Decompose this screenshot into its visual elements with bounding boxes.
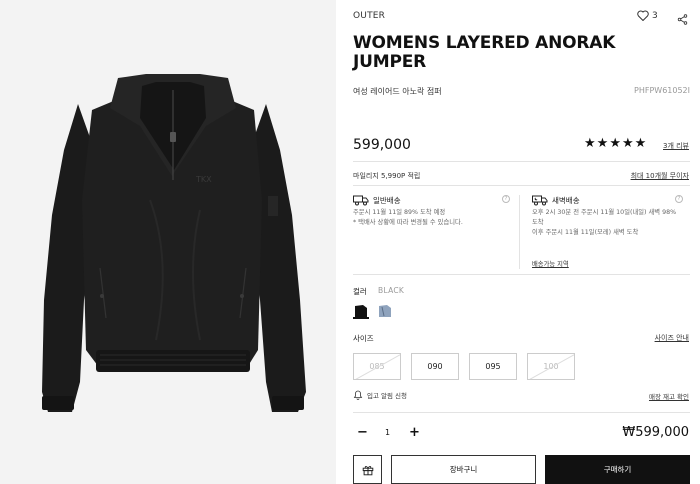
quantity-value[interactable]: 1 [385,428,390,437]
color-swatch-denim[interactable] [377,303,393,319]
truck-icon [353,195,369,206]
dawn-shipping-eta-cont: 도착 [532,219,544,226]
restock-alert-label: 입고 알림 신청 [367,392,408,400]
star-icon: ★ [584,136,596,151]
size-label: 사이즈 [353,334,374,343]
rating-stars: ★ ★ ★ ★ ★ [584,137,646,151]
mileage-text: 마일리지 5,990P 적립 [353,172,421,180]
size-option-090[interactable]: 090 [411,353,459,380]
star-icon: ★ [596,136,609,151]
share-icon [677,14,688,25]
divider [353,412,690,413]
buy-now-button[interactable]: 구매하기 [545,455,690,484]
product-image-panel: TKX [0,0,336,484]
like-count: 3 [652,10,658,21]
quantity-decrease-button[interactable]: − [357,426,368,439]
gift-icon [362,465,373,475]
standard-shipping-eta: 주문시 11월 11일 89% 도착 예정 [353,209,446,216]
total-price: ₩599,000 [622,425,689,440]
installment-link[interactable]: 최대 10개월 무이자 [631,171,689,181]
gift-button[interactable] [353,455,382,484]
add-to-cart-button[interactable]: 장바구니 [391,455,536,484]
divider-vertical [519,195,520,269]
size-option-100[interactable]: 100 [527,353,575,380]
bell-icon [353,390,363,400]
star-icon: ★ [634,136,647,151]
category-label: OUTER [353,11,386,21]
restock-alert-button[interactable]: 입고 알림 신청 [353,390,407,400]
svg-text:TKX: TKX [195,175,212,184]
product-title: WOMENS LAYERED ANORAK JUMPER [353,33,616,72]
dawn-shipping: 새벽배송 오후 2시 30분 전 주문시 11월 10일(내일) 새벽 98% … [532,194,690,238]
dawn-shipping-title: 새벽배송 [552,195,580,205]
standard-shipping-note: * 택배사 상황에 따라 변경될 수 있습니다. [353,219,463,226]
product-korean-name: 여성 레이어드 아노락 점퍼 [353,87,442,96]
product-info-panel: OUTER 3 WOMENS LAYERED ANORAK JUMPER 여성 … [353,0,690,484]
help-icon[interactable]: ? [502,195,510,203]
share-button[interactable] [677,10,688,29]
review-count-link[interactable]: 3개 리뷰 [663,141,689,151]
standard-shipping-title: 일반배송 [373,195,401,205]
size-guide-link[interactable]: 사이즈 안내 [655,333,689,343]
divider [353,185,690,186]
divider [353,161,690,162]
dawn-shipping-eta: 오후 2시 30분 전 주문시 11월 10일(내일) 새벽 98% [532,209,677,216]
like-button[interactable]: 3 [637,10,658,21]
dawn-truck-icon [532,195,548,206]
product-code: PHFPW61052I [634,86,690,95]
selected-color: BLACK [378,286,405,295]
star-icon: ★ [621,136,634,151]
quantity-increase-button[interactable]: + [409,426,420,439]
size-option-095[interactable]: 095 [469,353,517,380]
store-stock-link[interactable]: 매장 재고 확인 [649,391,689,401]
help-icon[interactable]: ? [675,195,683,203]
standard-shipping: 일반배송 주문시 11월 11일 89% 도착 예정 * 택배사 상황에 따라 … [353,194,463,228]
product-image: TKX [42,74,306,412]
star-icon: ★ [609,136,621,151]
divider [353,274,690,275]
heart-icon [637,10,649,21]
dawn-shipping-later: 이후 주문시 11월 11일(모레) 새벽 도착 [532,229,639,236]
size-option-085[interactable]: 085 [353,353,401,380]
product-price: 599,000 [353,137,411,153]
color-swatch-black[interactable] [353,303,369,319]
delivery-area-link[interactable]: 배송가능 지역 [532,259,569,268]
color-label: 컬러 [353,287,367,296]
